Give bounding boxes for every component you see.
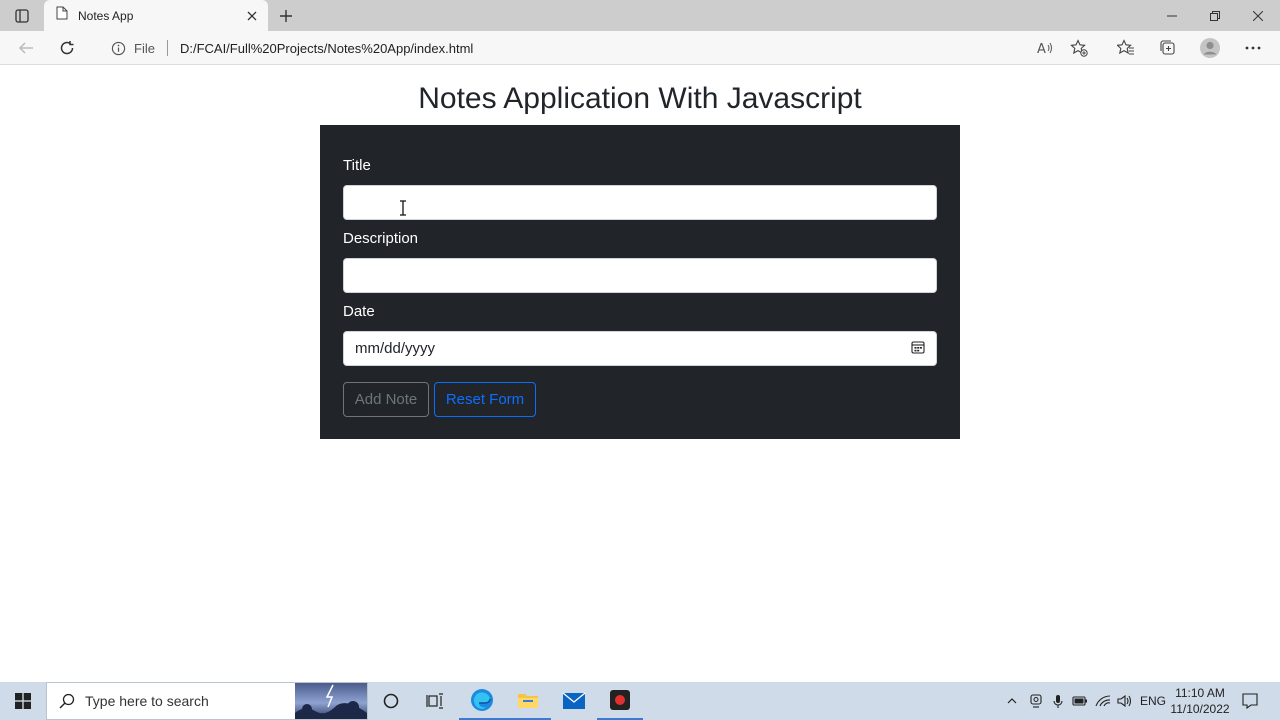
more-options-icon[interactable] (1241, 36, 1265, 60)
collections-icon[interactable] (1156, 36, 1180, 60)
tab-actions-icon[interactable] (10, 6, 34, 26)
taskbar: Type here to search ENG 11:10 AM 11/10/2… (0, 682, 1280, 720)
search-highlight-image (295, 683, 367, 719)
title-input[interactable] (343, 185, 937, 220)
taskbar-clock[interactable]: 11:10 AM 11/10/2022 (1168, 685, 1232, 717)
back-icon[interactable] (12, 35, 40, 61)
address-separator (166, 40, 168, 56)
refresh-icon[interactable] (53, 35, 81, 61)
battery-icon[interactable] (1070, 682, 1090, 720)
wifi-icon[interactable] (1093, 682, 1113, 720)
search-icon (57, 691, 77, 711)
microphone-icon[interactable] (1048, 682, 1068, 720)
description-input[interactable] (343, 258, 937, 293)
add-note-button[interactable]: Add Note (343, 382, 429, 417)
show-hidden-icons-icon[interactable] (1002, 682, 1022, 720)
search-placeholder: Type here to search (85, 693, 209, 709)
clock-time: 11:10 AM (1175, 686, 1225, 700)
cortana-icon[interactable] (368, 682, 414, 720)
date-placeholder: mm/dd/yyyy (355, 340, 436, 357)
new-tab-icon[interactable] (274, 4, 298, 28)
add-favorite-icon[interactable] (1067, 36, 1091, 60)
date-input[interactable]: mm/dd/yyyy (343, 331, 937, 366)
favorites-icon[interactable] (1114, 36, 1138, 60)
date-label: Date (343, 303, 375, 320)
reset-form-button[interactable]: Reset Form (434, 382, 536, 417)
page-icon (56, 6, 68, 25)
tab-title: Notes App (78, 8, 134, 23)
minimize-icon[interactable] (1150, 0, 1194, 31)
file-explorer-icon[interactable] (505, 682, 551, 720)
title-label: Title (343, 157, 371, 174)
webcam-icon[interactable] (1026, 682, 1046, 720)
restore-icon[interactable] (1193, 0, 1237, 31)
read-aloud-icon[interactable]: A (1033, 36, 1057, 60)
browser-toolbar: File D:/FCAI/Full%20Projects/Notes%20App… (0, 31, 1280, 65)
text-cursor-icon (398, 200, 408, 216)
address-bar[interactable]: File D:/FCAI/Full%20Projects/Notes%20App… (96, 34, 1096, 62)
info-icon[interactable] (108, 38, 128, 58)
calendar-icon[interactable] (911, 340, 925, 358)
clock-date: 11/10/2022 (1170, 702, 1230, 716)
note-form: Title Description Date mm/dd/yyyy Add No… (320, 125, 960, 439)
profile-avatar-icon[interactable] (1198, 36, 1222, 60)
browser-tab[interactable]: Notes App (44, 0, 268, 31)
windows-start-icon[interactable] (0, 682, 46, 720)
screen-recorder-icon[interactable] (597, 682, 643, 720)
page-title: Notes Application With Javascript (418, 82, 862, 115)
notifications-icon[interactable] (1236, 682, 1264, 720)
language-indicator[interactable]: ENG (1138, 682, 1168, 720)
description-label: Description (343, 230, 419, 247)
url-text[interactable]: D:/FCAI/Full%20Projects/Notes%20App/inde… (180, 41, 473, 56)
close-window-icon[interactable] (1236, 0, 1280, 31)
volume-icon[interactable] (1115, 682, 1135, 720)
mail-icon[interactable] (551, 682, 597, 720)
taskbar-search[interactable]: Type here to search (46, 682, 368, 720)
close-tab-icon[interactable] (240, 4, 264, 28)
browser-tab-bar: Notes App (0, 0, 1280, 31)
task-view-icon[interactable] (412, 682, 458, 720)
address-prefix: File (134, 40, 155, 56)
edge-browser-icon[interactable] (459, 682, 505, 720)
svg-text:A: A (1037, 42, 1046, 55)
